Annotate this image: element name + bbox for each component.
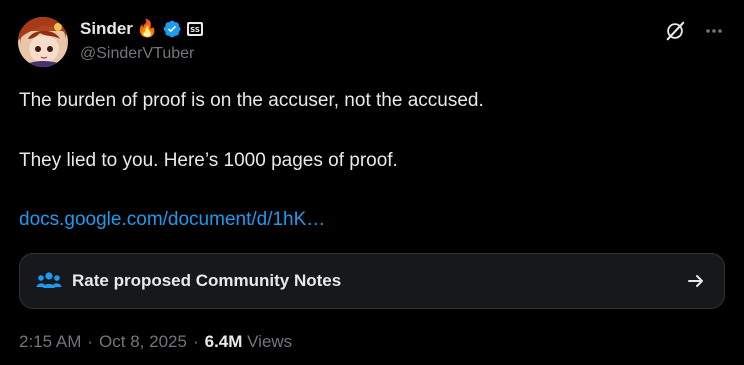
tweet-text-line-2: They lied to you. Here’s 1000 pages of p… (19, 150, 398, 172)
tweet-date[interactable]: Oct 8, 2025 (99, 332, 187, 352)
meta-separator: · (87, 332, 94, 351)
tweet-actions-top (664, 20, 724, 42)
document-link[interactable]: docs.google.com/document/d/1hK… (19, 209, 325, 231)
svg-text:SS: SS (190, 26, 200, 34)
grok-icon[interactable] (664, 20, 686, 42)
tweet-text-line-1: The burden of proof is on the accuser, n… (19, 90, 484, 112)
tweet-time[interactable]: 2:15 AM (19, 332, 81, 352)
avatar[interactable] (18, 17, 68, 67)
community-notes-label: Rate proposed Community Notes (72, 271, 342, 290)
fire-emoji: 🔥 (136, 19, 159, 38)
arrow-right-icon (686, 271, 706, 291)
tweet-text-1: The burden of proof is on the accuser, n… (19, 90, 484, 111)
views-count: 6.4M (204, 332, 243, 351)
verified-badge-icon[interactable] (162, 19, 182, 39)
more-icon[interactable] (704, 21, 724, 41)
tweet-text-2: They lied to you. Here’s 1000 pages of p… (19, 150, 398, 171)
author-handle[interactable]: @SinderVTuber (80, 45, 194, 63)
community-notes-icon (36, 271, 62, 291)
views-label: Views (247, 332, 293, 351)
display-name[interactable]: Sinder (80, 19, 133, 39)
subscriber-badge-icon[interactable]: SS (186, 20, 204, 38)
tweet-meta: 2:15 AM · Oct 8, 2025 · 6.4M Views (19, 332, 292, 352)
author-name-row: Sinder 🔥 SS (80, 17, 204, 41)
meta-separator-2: · (192, 332, 199, 351)
community-notes-card[interactable]: Rate proposed Community Notes (19, 253, 725, 309)
